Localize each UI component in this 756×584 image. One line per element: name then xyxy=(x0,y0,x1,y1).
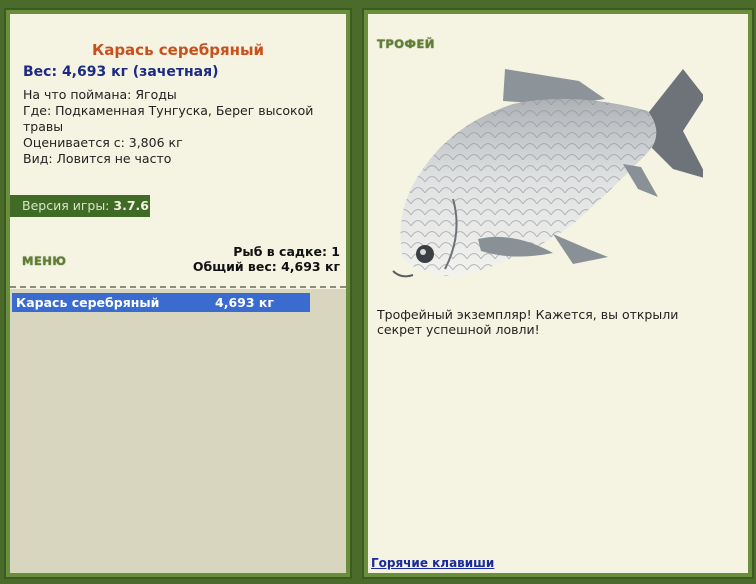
list-item[interactable]: Карась серебряный 4,693 кг xyxy=(12,293,310,312)
trophy-panel: ТРОФЕЙ Трофейный экземпляр! Кажется, вы … xyxy=(362,8,754,579)
fish-title: Карась серебряный xyxy=(91,41,265,59)
hotkeys-link[interactable]: Горячие клавиши xyxy=(371,556,494,570)
version-number: 3.7.6 xyxy=(113,198,149,213)
trophy-message: Трофейный экземпляр! Кажется, вы открыли… xyxy=(377,307,679,337)
keepnet-count: Рыб в садке: 1 xyxy=(233,244,340,259)
keepnet-total-weight: Общий вес: 4,693 кг xyxy=(192,259,340,274)
rarity-line: Вид: Ловится не часто xyxy=(23,151,172,166)
fish-weight: Вес: 4,693 кг (зачетная) xyxy=(23,64,219,80)
crucian-carp-image xyxy=(392,69,703,278)
location-line: Где: Подкаменная Тунгуска, Берег высокой… xyxy=(23,103,314,134)
list-item-weight: 4,693 кг xyxy=(215,295,274,310)
version-label: Версия игры: xyxy=(22,198,110,213)
value-line: Оценивается с: 3,806 кг xyxy=(23,135,183,150)
dashed-divider xyxy=(10,286,346,288)
list-item-name: Карась серебряный xyxy=(16,295,160,310)
fish-info-panel: Карась серебряный Вес: 4,693 кг (зачетна… xyxy=(4,8,352,579)
keepnet-stats: Рыб в садке: 1 Общий вес: 4,693 кг xyxy=(193,244,340,274)
version-badge: Версия игры: 3.7.6 xyxy=(10,195,150,217)
catch-list: Карась серебряный 4,693 кг xyxy=(10,289,346,573)
bait-line: На что поймана: Ягоды xyxy=(23,87,177,102)
menu-button[interactable]: МЕНЮ xyxy=(22,254,66,268)
fish-details: На что поймана: Ягоды Где: Подкаменная Т… xyxy=(23,87,343,167)
